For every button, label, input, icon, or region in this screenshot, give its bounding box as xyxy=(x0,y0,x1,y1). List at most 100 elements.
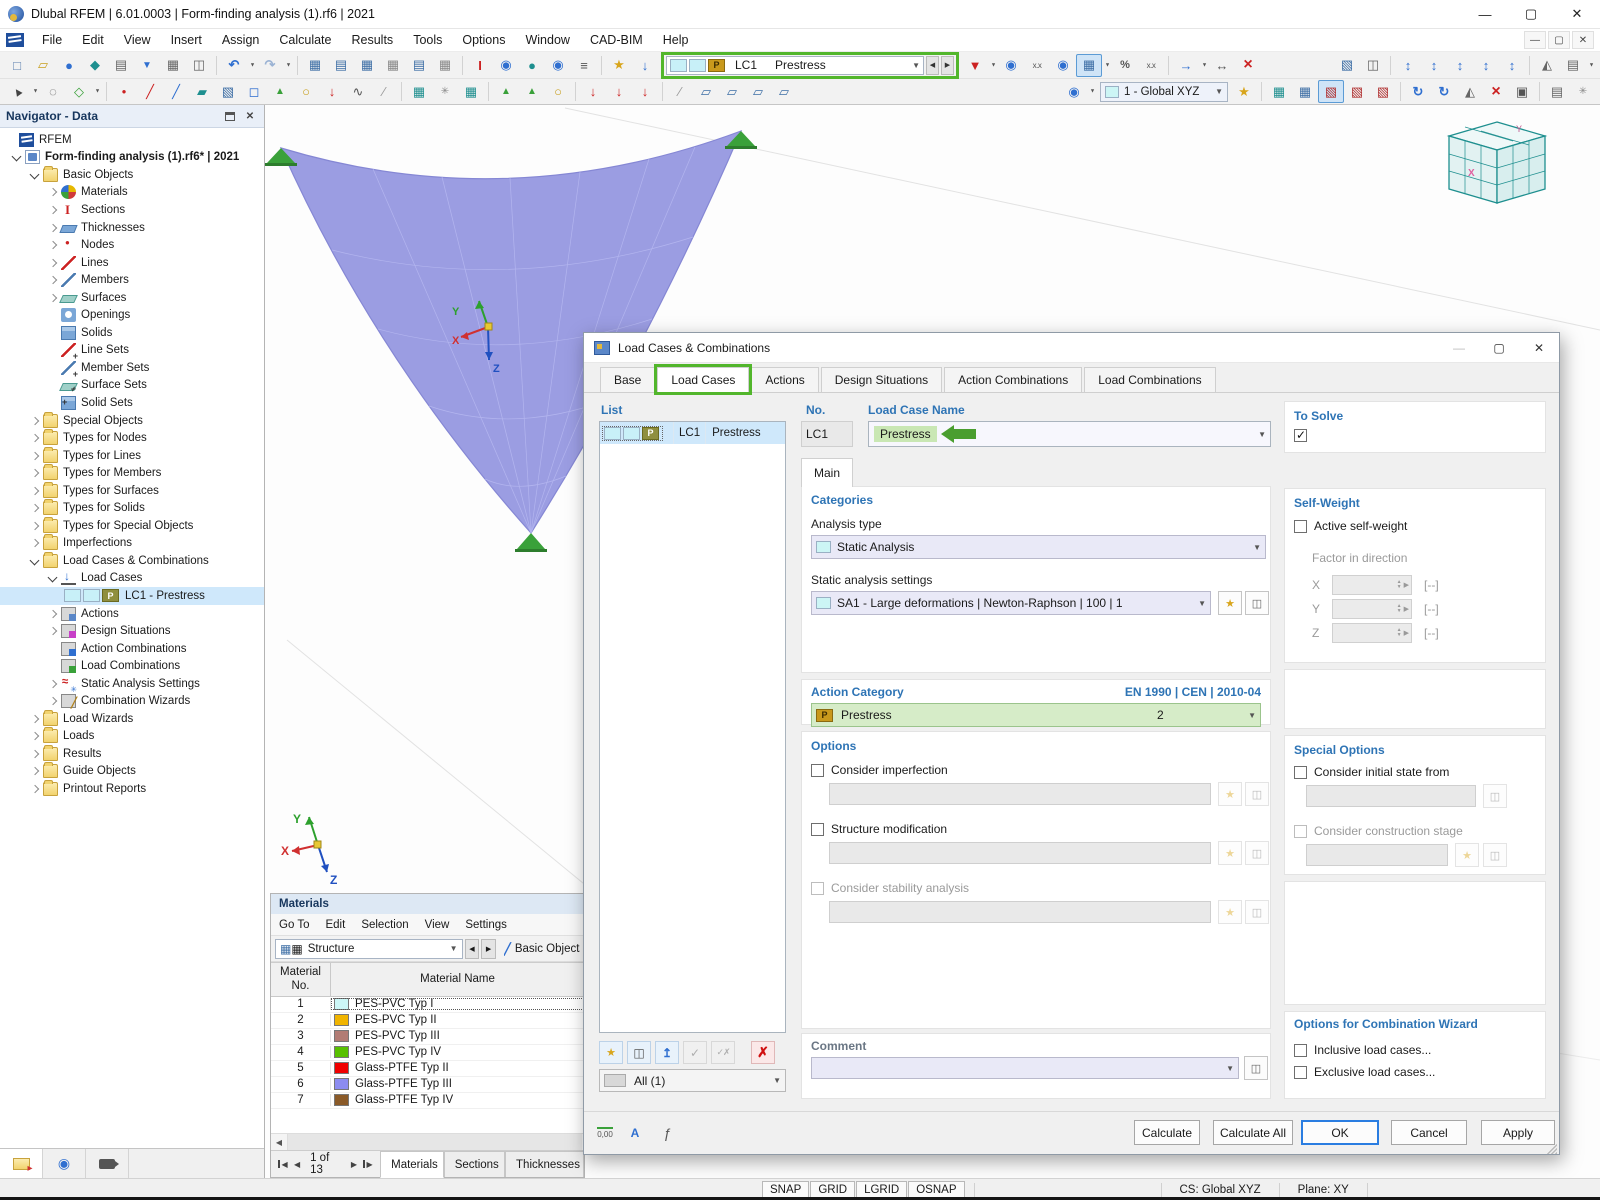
calculate-button[interactable]: Calculate xyxy=(1134,1120,1200,1145)
plane-xy-icon[interactable] xyxy=(719,80,745,103)
tab-design-situations[interactable]: Design Situations xyxy=(820,367,943,392)
new-model-icon[interactable] xyxy=(4,54,30,77)
lgrid-toggle-button[interactable]: LGRID xyxy=(856,1181,908,1198)
tab-data-navigator[interactable] xyxy=(0,1149,43,1178)
edit-sections-icon[interactable] xyxy=(467,54,493,77)
materials-menu-selection[interactable]: Selection xyxy=(353,919,416,931)
next-page-button[interactable]: ▶ xyxy=(347,1155,361,1173)
tree-item-solid-sets[interactable]: Solid Sets xyxy=(0,394,264,412)
guide-lines-icon[interactable] xyxy=(667,80,693,103)
tree-item-openings[interactable]: Openings xyxy=(0,306,264,324)
scrollbar-thumb[interactable] xyxy=(288,1134,582,1150)
dialog-minimize-button[interactable]: — xyxy=(1439,333,1479,363)
tab-sections[interactable]: Sections xyxy=(443,1151,506,1177)
tree-item-member-sets[interactable]: Member Sets xyxy=(0,359,264,379)
tree-item-special-objects[interactable]: Special Objects xyxy=(0,411,264,430)
redo-icon[interactable] xyxy=(257,54,283,77)
checkbox-icon[interactable] xyxy=(1294,1065,1307,1079)
menu-file[interactable]: File xyxy=(32,29,72,51)
print-icon[interactable] xyxy=(160,54,186,77)
inclusive-load-cases-checkbox[interactable]: Inclusive load cases... xyxy=(1294,1043,1431,1057)
chevron-down-icon[interactable]: ▼ xyxy=(1253,543,1261,552)
expand-icon[interactable] xyxy=(28,519,42,533)
undo-caret-icon[interactable] xyxy=(247,54,257,77)
model-check-icon[interactable] xyxy=(1334,54,1360,77)
tree-item-surfaces[interactable]: Surfaces xyxy=(0,289,264,307)
table-export-icon[interactable] xyxy=(380,54,406,77)
table-row[interactable]: 7 Glass-PTFE Typ IV xyxy=(271,1093,584,1109)
insert-node-icon[interactable] xyxy=(111,80,137,103)
member-hinge-icon[interactable] xyxy=(545,80,571,103)
expand-icon[interactable] xyxy=(28,712,42,726)
close-button[interactable]: ✕ xyxy=(1554,0,1600,29)
tree-item-lines[interactable]: Lines xyxy=(0,254,264,272)
expand-icon[interactable] xyxy=(28,729,42,743)
table-row[interactable]: 1 PES-PVC Typ I xyxy=(271,997,584,1013)
tree-item-line-sets[interactable]: Line Sets xyxy=(0,342,264,361)
tree-item-materials[interactable]: Materials xyxy=(0,184,264,202)
insert-opening-icon[interactable] xyxy=(241,80,267,103)
checkbox-icon[interactable] xyxy=(1294,519,1307,533)
tab-materials[interactable]: Materials xyxy=(380,1151,444,1178)
tree-item-nodes[interactable]: Nodes xyxy=(0,236,264,254)
tree-item-imperfections[interactable]: Imperfections xyxy=(0,534,264,553)
tree-item-types-for-lines[interactable]: Types for Lines xyxy=(0,446,264,465)
osnap-toggle-button[interactable]: OSNAP xyxy=(908,1181,965,1198)
view-cube-icon[interactable]: X Y xyxy=(1446,121,1548,204)
previous-load-case-button[interactable]: ◀ xyxy=(926,55,939,75)
orbit-view-icon[interactable] xyxy=(1431,80,1457,103)
show-percent-icon[interactable] xyxy=(1112,54,1138,77)
collapse-icon[interactable] xyxy=(46,571,60,585)
tables-display-icon[interactable] xyxy=(328,54,354,77)
tree-item-load-cases-combinations[interactable]: Load Cases & Combinations xyxy=(0,551,264,570)
tab-display-navigator[interactable]: ◉ xyxy=(43,1149,86,1178)
load-case-selector[interactable]: P LC1 Prestress ▼ xyxy=(666,55,924,75)
table-row[interactable]: 4 PES-PVC Typ IV xyxy=(271,1045,584,1061)
table-special-icon[interactable] xyxy=(406,54,432,77)
tree-item-guide-objects[interactable]: Guide Objects xyxy=(0,762,264,781)
previous-page-button[interactable]: ◀ xyxy=(290,1155,304,1173)
copy-object-icon[interactable] xyxy=(1360,54,1386,77)
expand-icon[interactable] xyxy=(46,185,60,199)
checkbox-icon[interactable] xyxy=(811,763,824,777)
tree-item-types-for-solids[interactable]: Types for Solids xyxy=(0,499,264,517)
tree-item-types-for-surfaces[interactable]: Types for Surfaces xyxy=(0,481,264,500)
expand-icon[interactable] xyxy=(46,607,60,621)
mirror-objects-icon[interactable] xyxy=(1534,54,1560,77)
load-surface-icon[interactable] xyxy=(632,80,658,103)
insert-load-icon[interactable] xyxy=(319,80,345,103)
result-grid-icon[interactable] xyxy=(1076,53,1102,77)
plane-yz-icon[interactable] xyxy=(745,80,771,103)
pan-caret-icon[interactable] xyxy=(1199,54,1209,77)
table-row[interactable]: 6 Glass-PTFE Typ III xyxy=(271,1077,584,1093)
mesh-view-icon[interactable] xyxy=(1266,80,1292,103)
first-page-button[interactable]: ◀ xyxy=(276,1155,290,1173)
coordinate-system-status[interactable]: CS: Global XYZ xyxy=(1170,1184,1271,1196)
chevron-down-icon[interactable]: ▼ xyxy=(912,61,920,70)
comment-templates-button[interactable] xyxy=(1244,1056,1268,1080)
tree-item-loads[interactable]: Loads xyxy=(0,727,264,746)
table-row[interactable]: 2 PES-PVC Typ II xyxy=(271,1013,584,1029)
expand-icon[interactable] xyxy=(28,449,42,463)
expand-icon[interactable] xyxy=(46,203,60,217)
menu-edit[interactable]: Edit xyxy=(72,29,114,51)
view-in-x-icon[interactable] xyxy=(1344,80,1370,103)
filter-caret-icon[interactable] xyxy=(988,54,998,77)
expand-icon[interactable] xyxy=(46,694,60,708)
filter-loads-icon[interactable] xyxy=(962,54,988,77)
show-results-icon[interactable] xyxy=(1050,54,1076,77)
checkbox-checked-icon[interactable] xyxy=(1294,428,1307,442)
camera-settings-icon[interactable] xyxy=(1509,80,1535,103)
new-settings-button[interactable] xyxy=(1218,591,1242,615)
new-load-case-button[interactable] xyxy=(599,1041,623,1064)
consider-imperfection-checkbox[interactable]: Consider imperfection xyxy=(811,763,948,777)
last-page-button[interactable]: ▶ xyxy=(361,1155,375,1173)
open-model-icon[interactable] xyxy=(30,54,56,77)
expand-icon[interactable] xyxy=(28,536,42,550)
pan-view-icon[interactable] xyxy=(1173,54,1199,77)
support-line-icon[interactable] xyxy=(519,80,545,103)
materials-menu-settings[interactable]: Settings xyxy=(457,919,515,931)
expand-icon[interactable] xyxy=(46,624,60,638)
list-item[interactable]: P LC1 Prestress xyxy=(600,422,785,444)
list-filter-selector[interactable]: All (1) ▼ xyxy=(599,1069,786,1092)
